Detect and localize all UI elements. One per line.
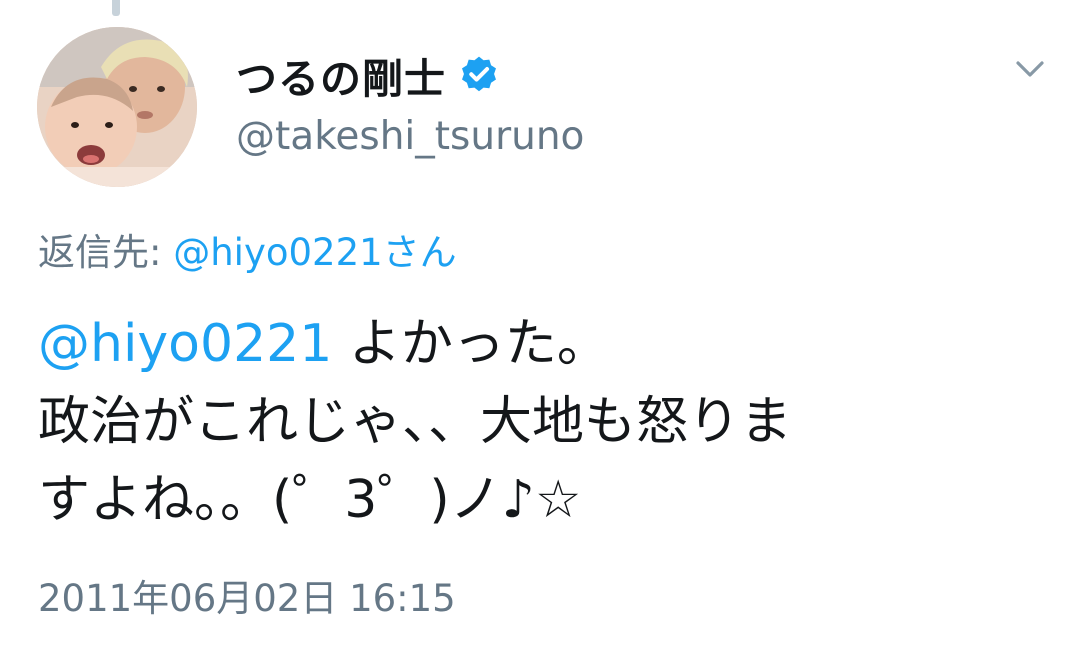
tweet-text: @hiyo0221 よかった。 政治がこれじゃ、、大地も怒りま すよね。。(゜3… — [38, 305, 1048, 539]
tweet-timestamp[interactable]: 2011年06月02日 16:15 — [38, 568, 456, 622]
author-name-row[interactable]: つるの剛士 — [236, 50, 500, 103]
tweet-detail: つるの剛士 @takeshi_tsuruno 返信先: @hiyo0221さん … — [0, 0, 1080, 655]
tweet-line-1: @hiyo0221 よかった。 — [38, 305, 1048, 383]
reply-to-prefix: 返信先: — [38, 231, 162, 274]
author-display-name[interactable]: つるの剛士 — [236, 45, 446, 105]
thread-connector-line — [112, 0, 120, 16]
avatar-photo — [37, 27, 197, 187]
chevron-down-icon[interactable] — [1010, 54, 1050, 84]
reply-to-link[interactable]: @hiyo0221さん — [173, 231, 456, 274]
avatar[interactable] — [37, 27, 197, 187]
tweet-line-2: 政治がこれじゃ、、大地も怒りま — [38, 392, 793, 452]
reply-to-line: 返信先: @hiyo0221さん — [38, 222, 457, 276]
tweet-line-3: すよね。。(゜3゜)ノ♪☆ — [38, 470, 582, 530]
mention-link[interactable]: @hiyo0221 — [38, 314, 332, 374]
tweet-line-1-text: よかった。 — [332, 314, 609, 374]
verified-badge-icon — [462, 56, 496, 92]
author-handle[interactable]: @takeshi_tsuruno — [236, 114, 584, 159]
